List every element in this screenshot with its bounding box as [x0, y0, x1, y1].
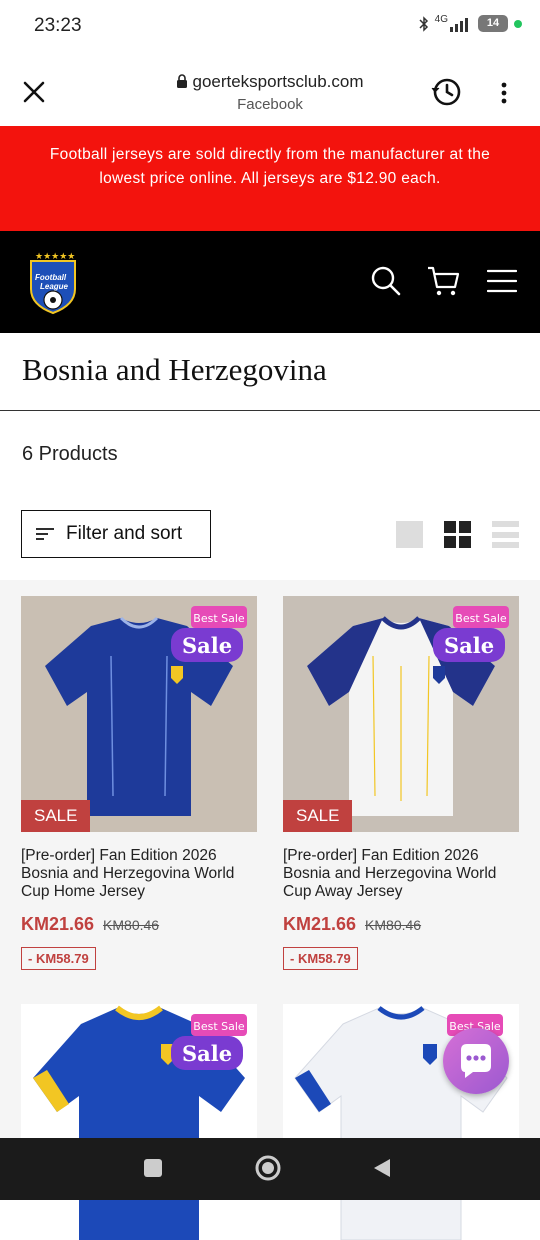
view-grid-icon[interactable]: [444, 521, 471, 548]
product-grid: Best Sale Sale SALE [Pre-order] Fan Edit…: [0, 580, 540, 1240]
recent-apps-button[interactable]: [144, 1159, 162, 1177]
url-text: goerteksportsclub.com: [192, 72, 364, 91]
bluetooth-icon: [419, 15, 428, 32]
home-button-icon[interactable]: [254, 1154, 282, 1182]
product-price: KM21.66: [21, 914, 95, 934]
view-list-icon[interactable]: [492, 521, 519, 548]
best-sale-sticker: Best Sale Sale: [433, 606, 509, 662]
product-count: 6 Products: [22, 443, 118, 465]
filter-sort-button[interactable]: Filter and sort: [21, 510, 211, 558]
sale-sticker-text: Sale: [444, 633, 494, 658]
network-label: 4G: [434, 14, 448, 25]
best-sale-text: Best Sale: [193, 612, 245, 625]
back-button-icon[interactable]: [372, 1158, 392, 1178]
best-sale-text: Best Sale: [193, 1020, 245, 1033]
status-bar: 23:23 4G 14: [0, 0, 540, 54]
sale-sticker-text: Sale: [182, 1041, 232, 1066]
signal-icon: [450, 17, 468, 32]
more-options-icon[interactable]: [500, 82, 508, 104]
svg-text:★★★★★: ★★★★★: [35, 252, 75, 262]
product-prices: KM21.66 KM80.46: [21, 914, 257, 935]
product-card[interactable]: Best Sale Sale: [21, 1004, 257, 1240]
history-icon[interactable]: [430, 76, 462, 108]
product-card[interactable]: Best Sale Sale SALE [Pre-order] Fan Edit…: [21, 596, 257, 970]
privacy-dot-icon: [514, 19, 522, 28]
store-logo[interactable]: ★★★★★ Football League: [26, 251, 80, 315]
store-header: ★★★★★ Football League: [0, 231, 540, 333]
system-nav-bar: [0, 1138, 540, 1200]
discount-badge: - KM58.79: [21, 947, 96, 970]
status-time: 23:23: [34, 15, 82, 36]
product-name[interactable]: [Pre-order] Fan Edition 2026 Bosnia and …: [21, 847, 257, 901]
logo-text-line1: Football: [35, 273, 67, 282]
sale-badge: SALE: [21, 800, 91, 832]
system-icons: 4G 14: [419, 14, 522, 32]
sale-badge: SALE: [283, 800, 353, 832]
chat-button[interactable]: [443, 1028, 509, 1094]
lock-icon: [177, 74, 188, 88]
product-card[interactable]: Best Sale Sale SALE [Pre-order] Fan Edit…: [283, 596, 519, 970]
announcement-bar: Football jerseys are sold directly from …: [0, 126, 540, 231]
menu-icon[interactable]: [487, 269, 517, 293]
filter-icon: [36, 528, 54, 540]
product-image[interactable]: Best Sale Sale SALE: [283, 596, 519, 832]
product-prices: KM21.66 KM80.46: [283, 914, 519, 935]
sale-sticker-text: Sale: [182, 633, 232, 658]
product-old-price: KM80.46: [365, 917, 422, 933]
battery-icon: 14: [478, 15, 508, 32]
title-divider: [0, 410, 540, 411]
cart-icon[interactable]: [427, 265, 461, 297]
product-old-price: KM80.46: [103, 917, 160, 933]
best-sale-sticker: Best Sale Sale: [171, 606, 247, 662]
page-title: Bosnia and Herzegovina: [22, 352, 327, 387]
product-image[interactable]: Best Sale Sale SALE: [21, 596, 257, 832]
logo-text-line2: League: [40, 282, 69, 291]
best-sale-text: Best Sale: [455, 612, 507, 625]
browser-toolbar: goerteksportsclub.com Facebook: [0, 54, 540, 126]
product-name[interactable]: [Pre-order] Fan Edition 2026 Bosnia and …: [283, 847, 519, 901]
discount-badge: - KM58.79: [283, 947, 358, 970]
product-price: KM21.66: [283, 914, 357, 934]
view-single-icon[interactable]: [396, 521, 423, 548]
best-sale-sticker: Best Sale Sale: [171, 1014, 247, 1070]
product-image[interactable]: Best Sale Sale: [21, 1004, 257, 1240]
search-icon[interactable]: [370, 265, 402, 297]
chat-icon: [461, 1044, 491, 1078]
filter-sort-label: Filter and sort: [66, 523, 183, 544]
